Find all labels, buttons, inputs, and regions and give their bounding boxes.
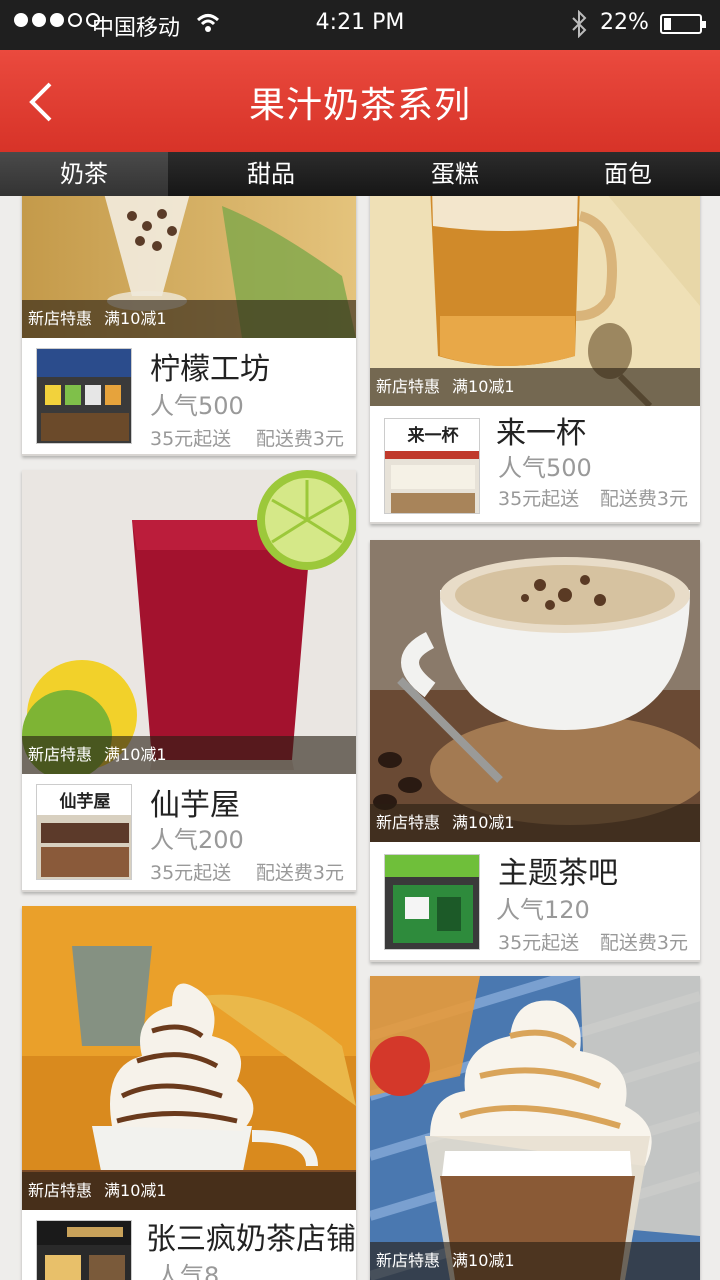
shop-grid: 新店特惠 满10减1 柠檬工坊 人气500 35元起送 配送费3元 新店特惠 满10…: [0, 196, 720, 1280]
promo-new-shop: 新店特惠: [28, 309, 93, 328]
shop-thumbnail: [36, 1220, 132, 1280]
promo-discount: 满10减1: [104, 1181, 167, 1200]
battery-percentage: 22%: [600, 10, 649, 35]
shop-popularity: 人气200: [150, 826, 244, 854]
promo-discount: 满10减1: [452, 377, 515, 396]
shop-popularity: 人气8: [156, 1262, 220, 1280]
promo-banner: 新店特惠 满10减1: [370, 368, 700, 406]
shop-photo: 新店特惠 满10减1: [370, 540, 700, 842]
shop-card[interactable]: 新店特惠 满10减1 来一杯 来一杯 人气500 35元起送 配送费3元: [370, 196, 700, 524]
shop-card[interactable]: 新店特惠 满10减1 柠檬工坊 人气500 35元起送 配送费3元: [22, 196, 356, 456]
min-order: 35元起送: [150, 428, 232, 450]
promo-discount: 满10减1: [104, 745, 167, 764]
tab-dessert[interactable]: 甜品: [168, 152, 374, 196]
shop-name: 柠檬工坊: [150, 352, 270, 387]
promo-new-shop: 新店特惠: [376, 377, 441, 396]
shop-photo: 新店特惠 满10减1: [22, 906, 356, 1210]
tab-bread[interactable]: 面包: [536, 152, 720, 196]
shop-thumbnail: [384, 854, 480, 950]
shop-card[interactable]: 新店特惠 满10减1 主题茶吧 人气120 35元起送 配送费3元: [370, 540, 700, 962]
delivery-fee: 配送费3元: [599, 488, 688, 510]
shop-photo: 新店特惠 满10减1: [22, 196, 356, 338]
promo-banner: 新店特惠 满10减1: [22, 736, 356, 774]
promo-new-shop: 新店特惠: [376, 1251, 441, 1270]
shop-photo: 新店特惠 满10减1: [370, 196, 700, 406]
shop-thumbnail: [36, 348, 132, 444]
tab-milk-tea[interactable]: 奶茶: [0, 152, 168, 196]
promo-discount: 满10减1: [452, 1251, 515, 1270]
delivery-fee: 配送费3元: [255, 428, 344, 450]
shop-photo: 新店特惠 满10减1: [370, 976, 700, 1280]
min-order: 35元起送: [150, 862, 232, 884]
promo-banner: 新店特惠 满10减1: [370, 804, 700, 842]
shop-name: 来一杯: [496, 416, 586, 451]
shop-card[interactable]: 新店特惠 满10减1 仙芋屋 仙芋屋 人气200 35元起送 配送费3元: [22, 470, 356, 892]
promo-discount: 满10减1: [104, 309, 167, 328]
thumb-sign-text: 仙芋屋: [60, 791, 111, 811]
status-bar: 中国移动 4:21 PM 22%: [0, 0, 720, 50]
delivery-fee: 配送费3元: [255, 862, 344, 884]
shop-name: 张三疯奶茶店铺: [146, 1222, 356, 1257]
nav-header: 果汁奶茶系列: [0, 50, 720, 152]
promo-new-shop: 新店特惠: [28, 1181, 93, 1200]
page-title: 果汁奶茶系列: [248, 85, 471, 126]
shop-popularity: 人气120: [496, 896, 590, 924]
delivery-fee: 配送费3元: [599, 932, 688, 954]
thumb-sign-text: 来一杯: [407, 425, 459, 445]
promo-banner: 新店特惠 满10减1: [22, 300, 356, 338]
category-tab-bar: 奶茶 甜品 蛋糕 面包: [0, 152, 720, 196]
shop-thumbnail: 仙芋屋: [36, 784, 132, 880]
shop-photo: 新店特惠 满10减1: [22, 470, 356, 774]
promo-banner: 新店特惠 满10减1: [22, 1172, 356, 1210]
promo-new-shop: 新店特惠: [376, 813, 441, 832]
shop-card[interactable]: 新店特惠 满10减1: [370, 976, 700, 1280]
shop-popularity: 人气500: [150, 392, 244, 420]
promo-new-shop: 新店特惠: [28, 745, 93, 764]
promo-discount: 满10减1: [452, 813, 515, 832]
min-order: 35元起送: [498, 932, 580, 954]
shop-name: 仙芋屋: [150, 788, 240, 823]
shop-popularity: 人气500: [498, 454, 592, 482]
shop-thumbnail: 来一杯: [384, 418, 480, 514]
shop-card[interactable]: 新店特惠 满10减1 张三疯奶茶店铺 人气8: [22, 906, 356, 1280]
shop-name: 主题茶吧: [498, 856, 618, 891]
tab-cake[interactable]: 蛋糕: [374, 152, 536, 196]
min-order: 35元起送: [498, 488, 580, 510]
battery-icon: [660, 14, 706, 34]
promo-banner: 新店特惠 满10减1: [370, 1242, 700, 1280]
bluetooth-icon: [570, 9, 588, 44]
